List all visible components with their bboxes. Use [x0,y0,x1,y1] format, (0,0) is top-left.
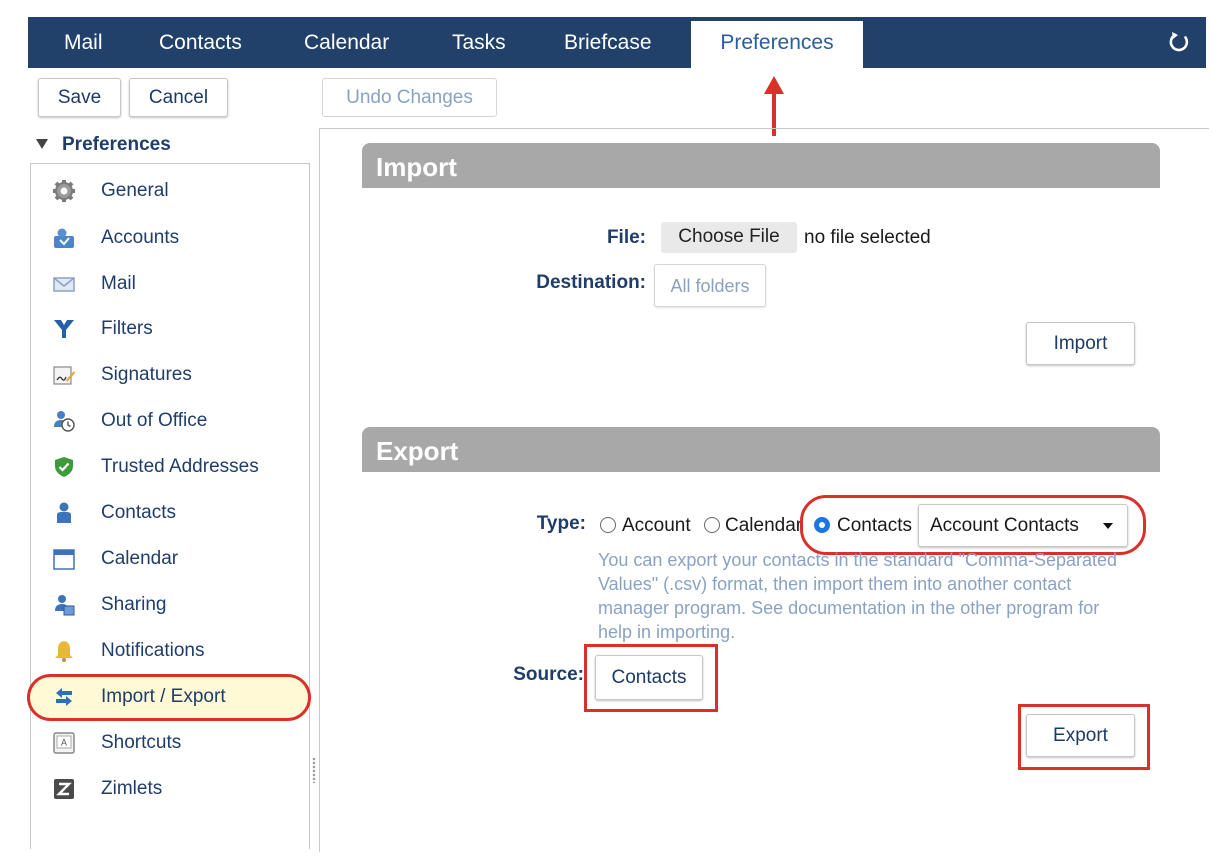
sidebar-item-label: Sharing [101,594,167,615]
top-nav: Mail Contacts Calendar Tasks Briefcase P… [28,17,1206,68]
annotation-box-source [584,644,718,712]
import-section-header: Import [362,143,1160,188]
import-export-icon [56,688,72,706]
tab-calendar[interactable]: Calendar [304,17,389,68]
file-label: File: [606,227,646,248]
bell-icon [55,641,73,662]
annotation-highlight-contacts-type [800,495,1146,555]
annotation-box-export [1018,704,1150,770]
annotation-arrow [764,76,784,136]
type-label: Type: [536,513,586,534]
shield-check-icon [55,457,73,477]
tab-tasks[interactable]: Tasks [452,17,506,68]
undo-changes-button[interactable]: Undo Changes [322,78,497,117]
radio-account[interactable] [600,517,616,533]
export-section-header: Export [362,427,1160,472]
svg-text:A: A [61,739,68,749]
no-file-selected-text: no file selected [804,227,931,248]
sidebar-item-label: General [101,180,169,201]
person-icon [57,502,71,523]
destination-label: Destination: [536,272,646,293]
sidebar-item-label: Notifications [101,640,205,661]
collapse-triangle-icon[interactable] [36,139,48,149]
sidebar-item-label: Import / Export [101,686,226,707]
sidebar-item-label: Filters [101,318,153,339]
sidebar-item-label: Mail [101,273,136,294]
sidebar-item-label: Trusted Addresses [101,456,259,477]
sharing-icon [55,595,75,616]
zimlet-icon [54,779,74,799]
tab-briefcase[interactable]: Briefcase [564,17,652,68]
signature-icon [53,366,75,385]
filter-icon [54,320,74,338]
sidebar-item-label: Zimlets [101,778,163,799]
save-button[interactable]: Save [38,78,121,117]
import-button[interactable]: Import [1026,322,1135,365]
cancel-button[interactable]: Cancel [129,78,228,117]
radio-calendar-label[interactable]: Calendar [725,515,802,537]
source-label: Source: [513,664,584,685]
sidebar-item-label: Signatures [101,364,192,385]
out-of-office-icon [54,411,75,432]
sidebar-item-label: Calendar [101,548,179,569]
sidebar-item-label: Accounts [101,227,180,248]
sidebar-item-label: Out of Office [101,410,208,431]
export-help-text: You can export your contacts in the stan… [598,550,1118,642]
preferences-tree-heading[interactable]: Preferences [36,134,171,156]
tab-contacts[interactable]: Contacts [159,17,242,68]
sidebar-heading-label: Preferences [62,134,171,155]
tab-preferences[interactable]: Preferences [691,21,863,68]
tab-mail[interactable]: Mail [64,17,103,68]
calendar-icon [53,549,75,570]
gear-icon [53,180,75,202]
resize-grip[interactable] [312,757,316,783]
sidebar-item-label: Shortcuts [101,732,182,753]
sidebar-item-label: Contacts [101,502,176,523]
accounts-icon [54,228,74,248]
envelope-icon [53,277,75,292]
radio-account-label[interactable]: Account [622,515,691,537]
destination-folder-select[interactable]: All folders [654,264,766,307]
choose-file-button[interactable]: Choose File [661,222,797,253]
keyboard-key-icon: A [53,732,75,754]
refresh-icon[interactable] [1166,29,1192,55]
radio-calendar[interactable] [704,517,720,533]
